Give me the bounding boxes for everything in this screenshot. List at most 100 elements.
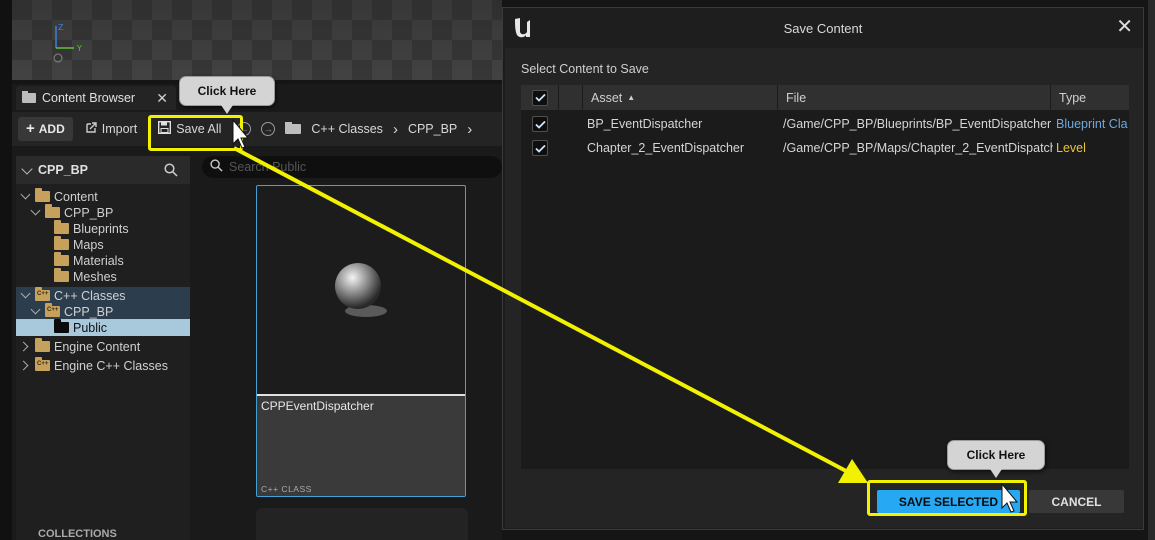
- tree-item-label: Meshes: [73, 269, 117, 284]
- tree-item-label: Maps: [73, 237, 104, 252]
- tree-item-blueprints[interactable]: Blueprints: [16, 220, 190, 237]
- breadcrumb-separator-icon: ›: [392, 120, 398, 138]
- save-selected-button[interactable]: SAVE SELECTED: [877, 490, 1020, 513]
- save-selected-label: SAVE SELECTED: [898, 494, 999, 509]
- right-edge-strip: [1148, 0, 1155, 540]
- close-tab-icon[interactable]: ✕: [156, 90, 168, 107]
- dialog-title-bar[interactable]: Save Content ✕: [503, 8, 1143, 48]
- folder-icon: [54, 236, 69, 250]
- tree-item-maps[interactable]: Maps: [16, 236, 190, 253]
- dialog-instruction: Select Content to Save: [521, 62, 649, 76]
- breadcrumb-cpp-classes[interactable]: C++ Classes: [311, 122, 383, 136]
- table-header: Asset ▲ File Type: [521, 85, 1129, 110]
- column-asset-label: Asset: [591, 90, 623, 105]
- click-here-callout-1: Click Here: [179, 76, 275, 106]
- folder-icon: [54, 252, 69, 266]
- cancel-label: CANCEL: [1051, 494, 1102, 509]
- row-asset-name: BP_EventDispatcher: [587, 117, 703, 131]
- collections-header[interactable]: COLLECTIONS: [16, 528, 190, 540]
- cpp-folder-icon: [35, 287, 50, 301]
- search-icon: [210, 159, 223, 175]
- expand-arrow-icon[interactable]: [30, 304, 41, 315]
- import-icon: [85, 121, 97, 137]
- table-row[interactable]: Chapter_2_EventDispatcher /Game/CPP_BP/M…: [521, 136, 1129, 160]
- tree-header[interactable]: CPP_BP: [16, 156, 190, 184]
- tab-content-browser[interactable]: Content Browser ✕: [16, 86, 176, 110]
- folder-icon: [35, 188, 50, 202]
- expand-arrow-icon[interactable]: [20, 288, 31, 299]
- table-row[interactable]: BP_EventDispatcher /Game/CPP_BP/Blueprin…: [521, 112, 1129, 136]
- tree-item-label: Content: [54, 189, 98, 204]
- sphere-icon: [335, 263, 387, 317]
- dialog-title: Save Content: [783, 20, 863, 36]
- tree-item-content[interactable]: Content: [16, 188, 190, 205]
- folder-icon: [285, 121, 302, 137]
- tree-item-cpp-classes[interactable]: C++ Classes: [16, 287, 190, 304]
- breadcrumb-cpp-bp[interactable]: CPP_BP: [408, 122, 457, 136]
- add-button[interactable]: + ADD: [18, 117, 73, 141]
- expand-arrow-icon[interactable]: [18, 341, 29, 352]
- save-all-button[interactable]: Save All: [158, 120, 221, 137]
- breadcrumb-separator-icon: ›: [467, 120, 473, 138]
- axis-gizmo-icon: Z Y: [53, 23, 82, 63]
- tree-item-label: C++ Classes: [54, 288, 126, 303]
- row-asset-name: Chapter_2_EventDispatcher: [587, 141, 745, 155]
- tree-item-label: CPP_BP: [64, 304, 114, 319]
- asset-tile-cpp-event-dispatcher[interactable]: CPPEventDispatcher C++ CLASS: [256, 185, 466, 497]
- row-checkbox[interactable]: [532, 116, 548, 132]
- asset-name: CPPEventDispatcher: [261, 399, 374, 413]
- expand-arrow-icon[interactable]: [20, 189, 31, 200]
- expand-arrow-icon[interactable]: [30, 205, 41, 216]
- select-all-checkbox[interactable]: [532, 89, 548, 106]
- asset-search-input[interactable]: Search Public: [202, 156, 502, 178]
- column-asset[interactable]: Asset ▲: [583, 85, 778, 110]
- tree-item-label: Engine C++ Classes: [54, 358, 168, 373]
- asset-tile-partial[interactable]: [256, 508, 468, 540]
- asset-type-label: C++ CLASS: [261, 484, 312, 494]
- cpp-folder-icon: [35, 357, 50, 371]
- tree-item-label: CPP_BP: [64, 205, 114, 220]
- expand-arrow-icon[interactable]: [18, 360, 29, 371]
- asset-thumbnail: [257, 186, 465, 394]
- collapse-chevron-icon[interactable]: [21, 163, 33, 175]
- tree-item-materials[interactable]: Materials: [16, 252, 190, 269]
- content-browser-panel: Content Browser ✕ + ADD Import Save All …: [12, 84, 502, 540]
- left-edge-strip: [0, 0, 12, 540]
- column-type[interactable]: Type: [1051, 85, 1129, 110]
- content-browser-icon: [22, 90, 36, 106]
- row-type: Level: [1056, 141, 1086, 155]
- tree-item-cpp-bp[interactable]: CPP_BP: [16, 204, 190, 221]
- cancel-button[interactable]: CANCEL: [1029, 490, 1124, 513]
- collections-label: COLLECTIONS: [38, 528, 117, 540]
- folder-icon: [54, 319, 69, 333]
- content-browser-toolbar: + ADD Import Save All ← → C++ Classes › …: [12, 112, 502, 146]
- search-icon[interactable]: [164, 163, 178, 180]
- row-file-path: /Game/CPP_BP/Maps/Chapter_2_EventDispatc…: [783, 141, 1053, 155]
- select-all-checkbox-cell[interactable]: [521, 85, 559, 110]
- import-button[interactable]: Import: [85, 121, 137, 137]
- column-spacer: [559, 85, 583, 110]
- tree-item-engine-content[interactable]: Engine Content: [16, 338, 190, 355]
- close-icon[interactable]: ✕: [1116, 17, 1133, 37]
- dialog-body: Select Content to Save Asset ▲ File Type: [505, 48, 1143, 528]
- forward-nav-icon[interactable]: →: [261, 122, 276, 136]
- level-viewport[interactable]: Z Y: [12, 0, 502, 80]
- back-nav-icon[interactable]: ←: [237, 122, 252, 136]
- row-file-path: /Game/CPP_BP/Blueprints/BP_EventDispatch…: [783, 117, 1052, 131]
- sort-ascending-icon: ▲: [627, 93, 636, 102]
- column-file-label: File: [786, 90, 807, 105]
- click-here-callout-2: Click Here: [947, 440, 1045, 470]
- tree-item-cpp-bp-classes[interactable]: CPP_BP: [16, 303, 190, 320]
- tree-item-meshes[interactable]: Meshes: [16, 268, 190, 285]
- folder-icon: [54, 220, 69, 234]
- search-placeholder: Search Public: [229, 160, 307, 174]
- folder-icon: [54, 268, 69, 282]
- tree-item-label: Blueprints: [73, 221, 129, 236]
- tree-item-public[interactable]: Public: [16, 319, 190, 336]
- row-checkbox[interactable]: [532, 140, 548, 156]
- column-file[interactable]: File: [778, 85, 1051, 110]
- save-content-dialog: Save Content ✕ Select Content to Save As…: [502, 7, 1144, 530]
- tree-item-engine-cpp-classes[interactable]: Engine C++ Classes: [16, 357, 190, 374]
- gizmo-z-label: Z: [58, 23, 64, 32]
- cpp-folder-icon: [45, 303, 60, 317]
